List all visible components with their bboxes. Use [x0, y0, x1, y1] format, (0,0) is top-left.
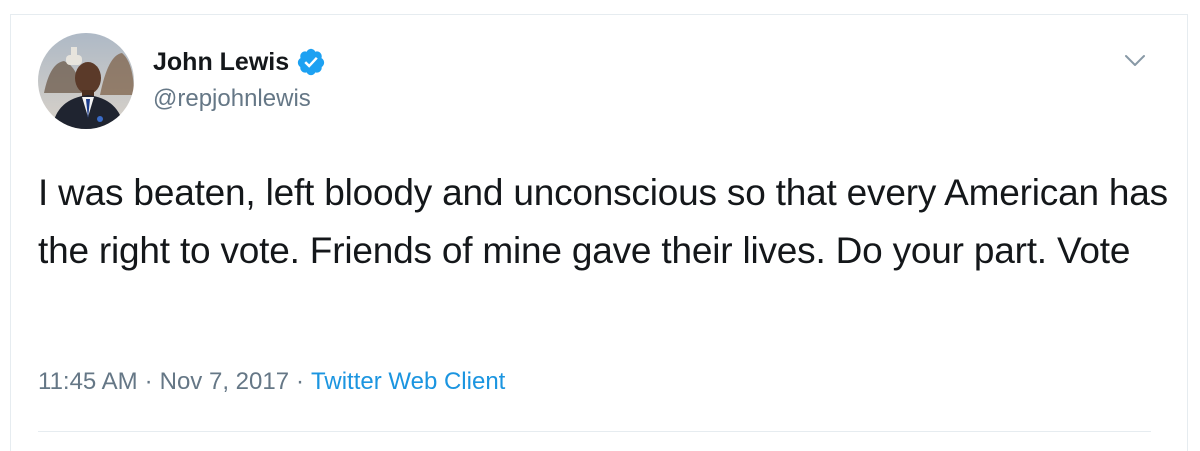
- divider: [38, 431, 1151, 432]
- tweet-time[interactable]: 11:45 AM: [38, 368, 138, 395]
- page: John Lewis @repjohnlewis I was beaten, l…: [0, 0, 1200, 451]
- display-name[interactable]: John Lewis: [153, 45, 289, 79]
- avatar-photo: [38, 33, 134, 129]
- avatar[interactable]: [38, 33, 134, 129]
- tweet-text: I was beaten, left bloody and unconsciou…: [38, 172, 1168, 271]
- author-name-row[interactable]: John Lewis: [153, 45, 326, 79]
- tweet-meta: 11:45 AM · Nov 7, 2017 · Twitter Web Client: [38, 364, 505, 400]
- meta-separator: ·: [296, 368, 305, 395]
- meta-separator: ·: [144, 368, 153, 395]
- chevron-down-icon[interactable]: [1118, 44, 1152, 78]
- author-handle[interactable]: @repjohnlewis: [153, 83, 311, 115]
- tweet-date[interactable]: Nov 7, 2017: [160, 368, 289, 395]
- tweet-source-link[interactable]: Twitter Web Client: [311, 368, 505, 395]
- verified-badge-icon: [296, 47, 326, 77]
